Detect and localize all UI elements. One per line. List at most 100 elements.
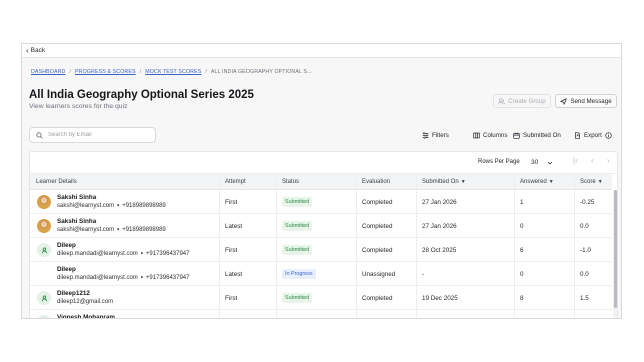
- user-icon: [41, 319, 48, 320]
- calendar-icon: [513, 132, 520, 139]
- table-row[interactable]: Dileep dileep.mandadi@learnyst.com • +91739…: [30, 262, 612, 286]
- header-submitted-on[interactable]: Submitted On ▼: [416, 174, 514, 190]
- separator-dot: •: [140, 275, 143, 281]
- answered-cell: 6: [520, 246, 524, 254]
- create-group-button[interactable]: Create Group: [493, 94, 551, 108]
- send-message-label: Send Message: [570, 97, 612, 105]
- learner-email: sakshi@learnyst.com: [57, 227, 115, 233]
- breadcrumb-mock-test-scores[interactable]: MOCK TEST SCORES: [145, 69, 201, 75]
- send-message-button[interactable]: Send Message: [555, 94, 617, 108]
- submitted-on-cell: 28 Oct 2025: [422, 246, 457, 254]
- score-cell: -0.25: [580, 198, 595, 206]
- table-header: Learner Details Attempt Status Evaluatio…: [30, 174, 612, 190]
- page-title: All India Geography Optional Series 2025: [29, 89, 254, 101]
- learner-name[interactable]: Dileep1212: [57, 290, 90, 297]
- evaluation-cell: Completed: [362, 294, 393, 302]
- status-cell: Submitted: [276, 190, 313, 214]
- first-page-icon[interactable]: |‹: [573, 157, 578, 165]
- learner-name[interactable]: Dileep: [57, 266, 76, 273]
- attempt-cell: Latest: [225, 222, 243, 230]
- answered-cell: [514, 310, 520, 318]
- rows-per-page-value: 30: [531, 159, 539, 166]
- breadcrumb-current: ALL INDIA GEOGRAPHY OPTIONAL S...: [210, 69, 312, 75]
- send-icon: [560, 97, 568, 105]
- avatar: [37, 315, 51, 320]
- status-badge: Submitted: [282, 221, 313, 231]
- search-icon: [36, 131, 43, 139]
- table-scrollbar[interactable]: [613, 190, 617, 318]
- rows-per-page-label: Rows Per Page: [478, 159, 520, 165]
- learner-name[interactable]: Vignesh Mohanram: [57, 314, 115, 318]
- header-attempt: Attempt: [219, 174, 276, 190]
- prev-page-icon[interactable]: ‹: [591, 157, 594, 165]
- submitted-on-cell: -: [422, 270, 425, 278]
- header-score[interactable]: Score ▼: [574, 174, 612, 190]
- submitted-on-cell: 19 Dec 2025: [422, 294, 458, 302]
- scores-table: Rows Per Page 30 |‹ ‹ › Learner Details …: [29, 151, 618, 320]
- columns-button[interactable]: Columns: [473, 130, 507, 140]
- header-status-label: Status: [282, 179, 300, 185]
- columns-icon: [473, 132, 480, 138]
- header-answered-label: Answered: [520, 179, 547, 185]
- header-evaluation: Evaluation: [356, 174, 416, 190]
- breadcrumb-separator: /: [205, 69, 207, 75]
- search-box[interactable]: [29, 127, 156, 143]
- separator-dot: •: [117, 203, 120, 209]
- header-learner-label: Learner Details: [36, 179, 77, 185]
- learner-phone: +918989898989: [122, 227, 166, 233]
- next-page-icon[interactable]: ›: [607, 157, 610, 165]
- table-row[interactable]: Vignesh Mohanram: [30, 310, 612, 320]
- header-answered[interactable]: Answered ▼: [514, 174, 574, 190]
- evaluation-cell: Completed: [362, 198, 393, 206]
- separator-dot: •: [117, 227, 120, 233]
- learner-name[interactable]: Sakshi Sinha: [57, 218, 96, 225]
- learner-email: dileep.mandadi@learnyst.com: [57, 251, 138, 257]
- chevron-down-icon: [547, 161, 553, 164]
- export-icon: [575, 131, 580, 139]
- attempt-cell: [219, 310, 225, 318]
- table-row[interactable]: Dileep1212 dileep12@gmail.com First Submitt…: [30, 286, 612, 310]
- learner-email: sakshi@learnyst.com: [57, 203, 115, 209]
- header-status: Status: [276, 174, 356, 190]
- submitted-on-label: Submitted On: [523, 131, 561, 139]
- answered-cell: 0: [520, 222, 524, 230]
- export-button[interactable]: Export: [574, 130, 612, 140]
- answered-cell: 1: [520, 198, 524, 206]
- info-icon[interactable]: [605, 131, 612, 139]
- header-learner-details: Learner Details: [30, 174, 219, 190]
- columns-label: Columns: [483, 131, 508, 139]
- answered-cell: 0: [520, 270, 524, 278]
- rows-per-page-select[interactable]: 30: [529, 156, 555, 169]
- evaluation-cell: Completed: [362, 246, 393, 254]
- learner-contact: dileep.mandadi@learnyst.com • +91739643794…: [57, 275, 189, 281]
- learner-name[interactable]: Sakshi Sinha: [57, 194, 96, 201]
- users-icon: [498, 97, 506, 104]
- attempt-cell: Latest: [225, 270, 243, 278]
- evaluation-cell: Completed: [362, 222, 393, 230]
- sort-down-icon: ▼: [597, 179, 603, 185]
- sort-down-icon: ▼: [460, 179, 466, 185]
- attempt-cell: First: [225, 294, 238, 302]
- scrollbar-thumb[interactable]: [614, 190, 617, 308]
- breadcrumb-dashboard[interactable]: DASHBOARD: [31, 69, 65, 75]
- evaluation-cell: Unassigned: [362, 270, 396, 278]
- answered-cell: 8: [520, 294, 524, 302]
- search-input[interactable]: [48, 132, 148, 138]
- breadcrumb-progress-scores[interactable]: PROGRESS & SCORES: [75, 69, 136, 75]
- learner-name[interactable]: Dileep: [57, 242, 76, 249]
- table-row[interactable]: Dileep dileep.mandadi@learnyst.com • +91739…: [30, 238, 612, 262]
- filter-icon: [422, 131, 429, 139]
- avatar: [37, 195, 51, 209]
- page-subtitle: View learners scores for the quiz: [29, 103, 128, 110]
- top-bar: ‹ Back: [22, 44, 621, 58]
- submitted-on-cell: 27 Jan 2026: [422, 198, 457, 206]
- attempt-cell: First: [225, 246, 238, 254]
- filters-button[interactable]: Filters: [422, 130, 449, 140]
- pagination-bar: Rows Per Page 30 |‹ ‹ ›: [30, 152, 617, 174]
- back-button[interactable]: ‹ Back: [26, 46, 45, 55]
- separator-dot: •: [140, 251, 143, 257]
- submitted-on-button[interactable]: Submitted On: [513, 130, 561, 140]
- score-cell: [574, 310, 580, 318]
- table-row[interactable]: Sakshi Sinha sakshi@learnyst.com • +9189898…: [30, 190, 612, 214]
- table-row[interactable]: Sakshi Sinha sakshi@learnyst.com • +9189898…: [30, 214, 612, 238]
